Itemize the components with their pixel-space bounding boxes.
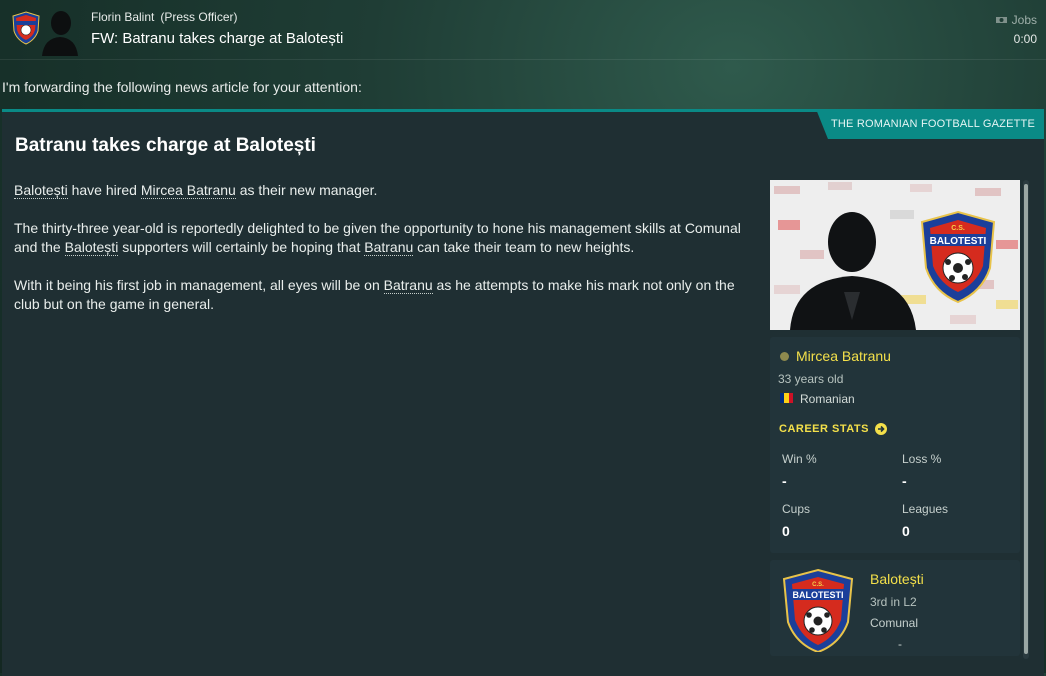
text-segment: With it being his first job in managemen…: [14, 277, 384, 293]
loss-pct-value: -: [902, 473, 907, 489]
jobs-label: Jobs: [1011, 13, 1037, 27]
article-headline: Batranu takes charge at Balotești: [15, 135, 316, 156]
club-league-position: 3rd in L2: [870, 595, 917, 609]
sender-name[interactable]: Florin Balint: [91, 10, 154, 24]
crest-text: BALOTESTI: [930, 236, 987, 247]
eye-icon: [995, 17, 1007, 23]
win-pct-value: -: [782, 473, 787, 489]
club-card: BALOTESTI C.S. Balotești 3rd in L2 Comun…: [770, 560, 1020, 656]
arrow-right-circle-icon: [874, 423, 887, 435]
career-stats-label: CAREER STATS: [779, 423, 869, 435]
crest-top-text: C.S.: [812, 582, 824, 588]
article-source: THE ROMANIAN FOOTBALL GAZETTE: [830, 118, 1035, 130]
article-paragraph: The thirty-three year-old is reportedly …: [14, 219, 759, 257]
text-segment: have hired: [67, 182, 141, 198]
article-source-tab: THE ROMANIAN FOOTBALL GAZETTE: [815, 109, 1044, 139]
club-crest-icon[interactable]: [11, 11, 41, 45]
press-backdrop-image: BALOTESTI C.S.: [770, 180, 1020, 330]
leagues-label: Leagues: [902, 502, 949, 516]
club-name-link[interactable]: Balotești: [870, 571, 924, 587]
message-time: 0:00: [1013, 32, 1037, 46]
text-segment: can take their team to new heights.: [413, 239, 635, 255]
sender-avatar[interactable]: [40, 6, 80, 56]
loss-pct-label: Loss %: [902, 452, 942, 466]
career-stats-button[interactable]: CAREER STATS: [779, 423, 887, 435]
romania-flag-icon: [780, 393, 793, 403]
club-stadium: Comunal: [870, 616, 919, 630]
article-paragraph: With it being his first job in managemen…: [14, 276, 759, 314]
player-name-link[interactable]: Mircea Batranu: [796, 348, 891, 364]
message-subject: FW: Batranu takes charge at Balotești: [91, 30, 344, 47]
article-body: Balotești have hired Mircea Batranu as t…: [14, 181, 759, 333]
club-link[interactable]: Balotești: [64, 239, 119, 256]
crest-top-text: C.S.: [951, 225, 965, 232]
article-paragraph: Balotești have hired Mircea Batranu as t…: [14, 181, 759, 200]
player-nationality: Romanian: [800, 392, 855, 406]
manager-link[interactable]: Batranu: [383, 277, 433, 294]
text-segment: as their new manager.: [235, 182, 378, 198]
club-extra: -: [898, 637, 902, 651]
win-pct-label: Win %: [782, 452, 817, 466]
crest-text: BALOTESTI: [793, 590, 844, 600]
leagues-value: 0: [902, 523, 910, 539]
header-divider: [0, 59, 1046, 60]
sender: Florin Balint (Press Officer): [91, 10, 237, 24]
text-segment: supporters will certainly be hoping that: [118, 239, 365, 255]
cups-value: 0: [782, 523, 790, 539]
player-card: Mircea Batranu 33 years old Romanian CAR…: [770, 337, 1020, 553]
manager-link[interactable]: Batranu: [364, 239, 414, 256]
sender-role: (Press Officer): [160, 10, 238, 24]
club-link[interactable]: Balotești: [14, 182, 68, 199]
news-article: THE ROMANIAN FOOTBALL GAZETTE Batranu ta…: [2, 109, 1044, 676]
message-header: Florin Balint (Press Officer) FW: Batranu…: [0, 0, 1046, 60]
club-crest-icon[interactable]: BALOTESTI C.S.: [782, 568, 854, 652]
status-dot-icon: [780, 352, 789, 361]
manager-link[interactable]: Mircea Batranu: [140, 182, 236, 199]
forward-text: I'm forwarding the following news articl…: [2, 79, 362, 95]
cups-label: Cups: [782, 502, 811, 516]
player-press-photo: BALOTESTI C.S.: [770, 180, 1020, 330]
player-age: 33 years old: [778, 372, 844, 386]
jobs-button[interactable]: Jobs: [995, 13, 1037, 27]
side-panel-scrollbar-thumb[interactable]: [1024, 184, 1028, 654]
